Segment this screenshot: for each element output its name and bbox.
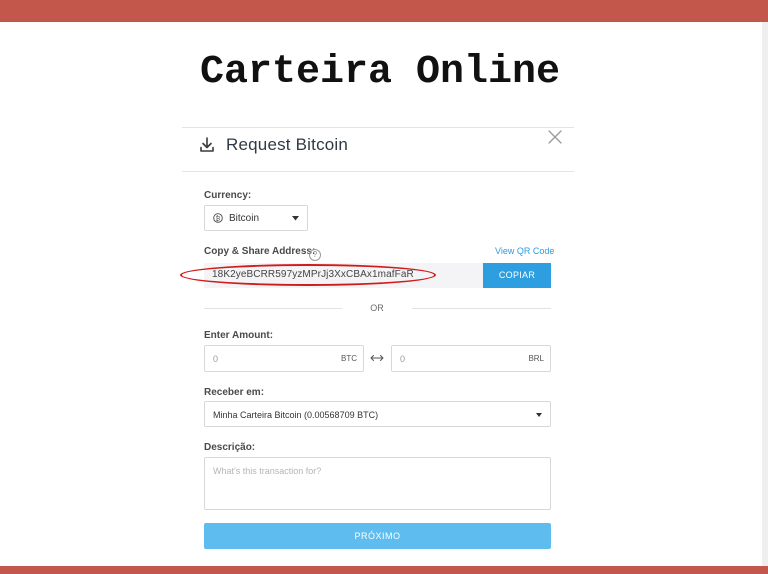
- download-icon: [200, 137, 214, 152]
- chevron-down-icon: [292, 216, 299, 221]
- currency-value: Bitcoin: [229, 212, 260, 224]
- view-qr-code-link[interactable]: View QR Code: [495, 246, 554, 256]
- description-input[interactable]: [204, 457, 551, 510]
- bitcoin-coin-icon: ₿: [213, 213, 223, 223]
- svg-text:₿: ₿: [216, 215, 221, 222]
- receive-wallet-select[interactable]: Minha Carteira Bitcoin (0.00568709 BTC): [204, 401, 551, 427]
- slide-right-border: [762, 22, 768, 566]
- close-icon[interactable]: [546, 128, 564, 146]
- or-separator: OR: [370, 303, 384, 313]
- currency-label: Currency:: [204, 190, 252, 201]
- help-icon[interactable]: ?: [309, 249, 321, 261]
- btc-amount-input[interactable]: 0 BTC: [204, 345, 364, 372]
- receive-wallet-value: Minha Carteira Bitcoin (0.00568709 BTC): [213, 410, 379, 420]
- slide-title: Carteira Online: [199, 50, 561, 95]
- btc-unit: BTC: [341, 354, 357, 363]
- slide-top-band: [0, 0, 768, 22]
- modal-top-border: [182, 127, 574, 128]
- currency-select[interactable]: ₿ Bitcoin: [204, 205, 308, 231]
- description-label: Descrição:: [204, 442, 256, 453]
- chevron-down-icon: [536, 413, 542, 417]
- amount-label: Enter Amount:: [204, 330, 274, 341]
- address-highlight-annotation: [180, 264, 436, 286]
- brl-unit: BRL: [528, 354, 544, 363]
- swap-arrows-icon: [370, 355, 384, 361]
- brl-amount-input[interactable]: 0 BRL: [391, 345, 551, 372]
- btc-amount-value: 0: [213, 354, 219, 364]
- copy-address-button[interactable]: COPIAR: [483, 263, 551, 288]
- next-button[interactable]: PRÓXIMO: [204, 523, 551, 549]
- modal-header: Request Bitcoin: [198, 132, 348, 158]
- receive-label: Receber em:: [204, 387, 265, 398]
- slide-bottom-band: [0, 566, 768, 574]
- modal-title: Request Bitcoin: [226, 135, 349, 154]
- or-divider-left: [204, 308, 342, 309]
- or-divider-right: [412, 308, 551, 309]
- brl-amount-value: 0: [400, 354, 406, 364]
- modal-header-divider: [182, 171, 574, 172]
- address-label: Copy & Share Address:: [204, 246, 316, 257]
